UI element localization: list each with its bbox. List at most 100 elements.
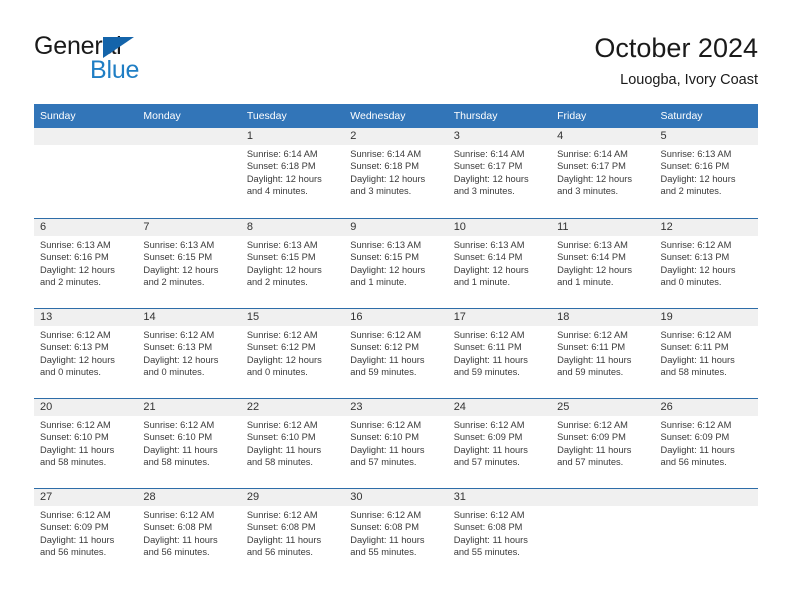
day-number: 16 bbox=[344, 309, 448, 326]
calendar-day-cell[interactable]: 27 Sunrise: 6:12 AM Sunset: 6:09 PM Dayligh… bbox=[34, 488, 138, 578]
day-cell-inner: 4 Sunrise: 6:14 AM Sunset: 6:17 PM Daylight… bbox=[551, 128, 655, 218]
weekday-header-wednesday: Wednesday bbox=[344, 104, 448, 128]
sunrise-text: Sunrise: 6:12 AM bbox=[143, 330, 215, 340]
sunrise-text: Sunrise: 6:14 AM bbox=[557, 149, 628, 159]
calendar-day-cell[interactable]: 25 Sunrise: 6:12 AM Sunset: 6:09 PM Dayligh… bbox=[551, 398, 655, 488]
sunset-text: Sunset: 6:08 PM bbox=[453, 522, 523, 533]
day-number: 12 bbox=[654, 219, 758, 236]
calendar-day-cell[interactable]: 4 Sunrise: 6:14 AM Sunset: 6:17 PM Daylight… bbox=[551, 128, 655, 218]
sunset-text: Sunset: 6:14 PM bbox=[557, 252, 626, 263]
day-cell-inner: 3 Sunrise: 6:14 AM Sunset: 6:17 PM Daylight… bbox=[447, 128, 552, 218]
sunset-text: Sunset: 6:10 PM bbox=[143, 432, 213, 443]
sunset-text: Sunset: 6:11 PM bbox=[557, 342, 626, 353]
sunset-text: Sunset: 6:10 PM bbox=[40, 432, 109, 443]
day-sun-info: Sunrise: 6:12 AM Sunset: 6:08 PM Daylight:… bbox=[448, 506, 551, 559]
daylight-text-line1: Daylight: 11 hours bbox=[246, 444, 322, 455]
calendar-day-cell[interactable]: 21 Sunrise: 6:12 AM Sunset: 6:10 PM Dayligh… bbox=[137, 398, 241, 488]
calendar-day-cell[interactable]: 24 Sunrise: 6:12 AM Sunset: 6:09 PM Dayligh… bbox=[447, 398, 552, 488]
calendar-day-cell[interactable]: 30 Sunrise: 6:12 AM Sunset: 6:08 PM Dayligh… bbox=[344, 488, 448, 578]
day-cell-inner: 7 Sunrise: 6:13 AM Sunset: 6:15 PM Daylight… bbox=[137, 218, 241, 308]
calendar-day-cell[interactable]: 28 Sunrise: 6:12 AM Sunset: 6:08 PM Dayligh… bbox=[137, 488, 241, 578]
calendar-day-cell[interactable]: 1 Sunrise: 6:14 AM Sunset: 6:18 PM Daylight… bbox=[240, 128, 345, 218]
day-cell-inner: 6 Sunrise: 6:13 AM Sunset: 6:16 PM Daylight… bbox=[34, 218, 138, 308]
calendar-day-cell[interactable]: 16 Sunrise: 6:12 AM Sunset: 6:12 PM Dayligh… bbox=[344, 308, 448, 398]
day-number bbox=[137, 128, 241, 145]
day-cell-inner bbox=[137, 128, 241, 218]
sunset-text: Sunset: 6:09 PM bbox=[453, 432, 523, 443]
daylight-text-line2: and 56 minutes. bbox=[40, 547, 107, 558]
calendar-day-cell[interactable]: 9 Sunrise: 6:13 AM Sunset: 6:15 PM Daylight… bbox=[344, 218, 448, 308]
daylight-text-line1: Daylight: 11 hours bbox=[453, 444, 528, 455]
daylight-text-line1: Daylight: 12 hours bbox=[143, 264, 219, 275]
calendar-day-cell[interactable]: 14 Sunrise: 6:12 AM Sunset: 6:13 PM Dayligh… bbox=[137, 308, 241, 398]
daylight-text-line2: and 0 minutes. bbox=[143, 367, 205, 378]
day-sun-info: Sunrise: 6:13 AM Sunset: 6:15 PM Daylight:… bbox=[344, 236, 447, 289]
day-number bbox=[34, 128, 138, 145]
daylight-text-line2: and 58 minutes. bbox=[40, 457, 107, 468]
calendar-day-cell[interactable]: 10 Sunrise: 6:13 AM Sunset: 6:14 PM Dayligh… bbox=[447, 218, 552, 308]
daylight-text-line2: and 0 minutes. bbox=[40, 367, 101, 378]
day-cell-inner: 14 Sunrise: 6:12 AM Sunset: 6:13 PM Dayligh… bbox=[137, 308, 241, 398]
calendar-week-row: 1 Sunrise: 6:14 AM Sunset: 6:18 PM Daylight… bbox=[34, 128, 758, 218]
daylight-text-line1: Daylight: 11 hours bbox=[350, 354, 425, 365]
daylight-text-line2: and 2 minutes. bbox=[660, 186, 722, 197]
day-cell-inner: 18 Sunrise: 6:12 AM Sunset: 6:11 PM Dayligh… bbox=[551, 308, 655, 398]
day-sun-info: Sunrise: 6:13 AM Sunset: 6:16 PM Daylight:… bbox=[34, 236, 137, 289]
calendar-day-cell[interactable]: 18 Sunrise: 6:12 AM Sunset: 6:11 PM Dayligh… bbox=[551, 308, 655, 398]
day-cell-inner bbox=[551, 488, 655, 578]
sunrise-text: Sunrise: 6:14 AM bbox=[246, 149, 318, 159]
calendar-day-cell[interactable]: 13 Sunrise: 6:12 AM Sunset: 6:13 PM Dayligh… bbox=[34, 308, 138, 398]
calendar-day-cell[interactable]: 23 Sunrise: 6:12 AM Sunset: 6:10 PM Dayligh… bbox=[344, 398, 448, 488]
calendar-day-cell[interactable]: 19 Sunrise: 6:12 AM Sunset: 6:11 PM Dayligh… bbox=[654, 308, 758, 398]
daylight-text-line1: Daylight: 11 hours bbox=[453, 534, 528, 545]
day-sun-info: Sunrise: 6:12 AM Sunset: 6:08 PM Daylight:… bbox=[137, 506, 240, 559]
day-cell-inner: 19 Sunrise: 6:12 AM Sunset: 6:11 PM Dayligh… bbox=[654, 308, 758, 398]
daylight-text-line2: and 3 minutes. bbox=[557, 186, 619, 197]
daylight-text-line2: and 2 minutes. bbox=[246, 277, 308, 288]
calendar-day-cell[interactable]: 3 Sunrise: 6:14 AM Sunset: 6:17 PM Daylight… bbox=[447, 128, 552, 218]
day-number: 30 bbox=[344, 489, 448, 506]
sunrise-text: Sunrise: 6:12 AM bbox=[557, 330, 628, 340]
calendar-day-cell[interactable]: 8 Sunrise: 6:13 AM Sunset: 6:15 PM Daylight… bbox=[240, 218, 345, 308]
sunrise-text: Sunrise: 6:13 AM bbox=[660, 149, 732, 159]
day-number: 2 bbox=[344, 128, 448, 145]
sunrise-text: Sunrise: 6:12 AM bbox=[453, 330, 525, 340]
calendar-body: 1 Sunrise: 6:14 AM Sunset: 6:18 PM Daylight… bbox=[34, 128, 758, 578]
daylight-text-line1: Daylight: 11 hours bbox=[660, 444, 735, 455]
day-sun-info: Sunrise: 6:13 AM Sunset: 6:16 PM Daylight:… bbox=[655, 145, 758, 198]
sunset-text: Sunset: 6:08 PM bbox=[350, 522, 419, 533]
day-cell-inner: 16 Sunrise: 6:12 AM Sunset: 6:12 PM Dayligh… bbox=[344, 308, 448, 398]
sunrise-text: Sunrise: 6:12 AM bbox=[40, 420, 111, 430]
calendar-day-cell[interactable]: 17 Sunrise: 6:12 AM Sunset: 6:11 PM Dayligh… bbox=[447, 308, 552, 398]
daylight-text-line2: and 59 minutes. bbox=[557, 367, 624, 378]
calendar-day-cell[interactable]: 7 Sunrise: 6:13 AM Sunset: 6:15 PM Daylight… bbox=[137, 218, 241, 308]
day-sun-info: Sunrise: 6:12 AM Sunset: 6:09 PM Daylight:… bbox=[34, 506, 137, 559]
calendar-day-cell[interactable]: 6 Sunrise: 6:13 AM Sunset: 6:16 PM Daylight… bbox=[34, 218, 138, 308]
calendar-day-cell[interactable]: 20 Sunrise: 6:12 AM Sunset: 6:10 PM Dayligh… bbox=[34, 398, 138, 488]
day-number: 14 bbox=[137, 309, 241, 326]
daylight-text-line1: Daylight: 12 hours bbox=[143, 354, 219, 365]
daylight-text-line1: Daylight: 12 hours bbox=[246, 173, 322, 184]
day-number bbox=[551, 489, 655, 506]
sunset-text: Sunset: 6:09 PM bbox=[40, 522, 109, 533]
calendar-week-row: 13 Sunrise: 6:12 AM Sunset: 6:13 PM Dayligh… bbox=[34, 308, 758, 398]
calendar-day-cell[interactable]: 5 Sunrise: 6:13 AM Sunset: 6:16 PM Daylight… bbox=[654, 128, 758, 218]
calendar-day-cell[interactable]: 22 Sunrise: 6:12 AM Sunset: 6:10 PM Dayligh… bbox=[240, 398, 345, 488]
calendar-day-cell[interactable]: 26 Sunrise: 6:12 AM Sunset: 6:09 PM Dayligh… bbox=[654, 398, 758, 488]
calendar-day-cell[interactable]: 31 Sunrise: 6:12 AM Sunset: 6:08 PM Dayligh… bbox=[447, 488, 552, 578]
day-number bbox=[654, 489, 758, 506]
day-sun-info: Sunrise: 6:13 AM Sunset: 6:15 PM Daylight:… bbox=[137, 236, 240, 289]
calendar-day-cell[interactable]: 15 Sunrise: 6:12 AM Sunset: 6:12 PM Dayligh… bbox=[240, 308, 345, 398]
calendar-day-cell[interactable]: 11 Sunrise: 6:13 AM Sunset: 6:14 PM Dayligh… bbox=[551, 218, 655, 308]
calendar-day-cell[interactable]: 2 Sunrise: 6:14 AM Sunset: 6:18 PM Daylight… bbox=[344, 128, 448, 218]
day-number: 3 bbox=[447, 128, 552, 145]
day-number: 18 bbox=[551, 309, 655, 326]
sunrise-text: Sunrise: 6:12 AM bbox=[660, 330, 732, 340]
day-sun-info: Sunrise: 6:12 AM Sunset: 6:08 PM Daylight:… bbox=[344, 506, 447, 559]
calendar-day-cell[interactable]: 29 Sunrise: 6:12 AM Sunset: 6:08 PM Dayligh… bbox=[240, 488, 345, 578]
daylight-text-line1: Daylight: 12 hours bbox=[40, 264, 115, 275]
page-title: October 2024 bbox=[594, 33, 758, 63]
calendar-day-cell[interactable]: 12 Sunrise: 6:12 AM Sunset: 6:13 PM Dayligh… bbox=[654, 218, 758, 308]
day-cell-inner: 29 Sunrise: 6:12 AM Sunset: 6:08 PM Dayligh… bbox=[240, 488, 345, 578]
day-cell-inner: 31 Sunrise: 6:12 AM Sunset: 6:08 PM Dayligh… bbox=[447, 488, 552, 578]
